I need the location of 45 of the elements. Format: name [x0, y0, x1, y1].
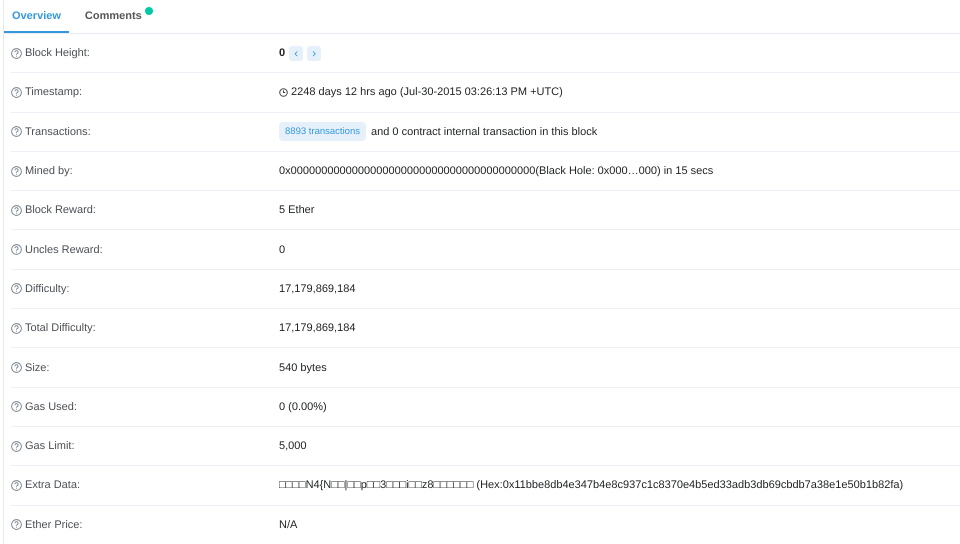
help-icon [11, 362, 22, 374]
field-value: □□□□N4{N□□|□□p□□3□□□i□□z8□□□□□□ (Hex:0x11bbe8db4e347b4e8c937c1c8370e4b5ed33adb3db69cbdb7a38e1e50b1b82fa) [279, 479, 904, 492]
field-label: Difficulty: [25, 282, 70, 295]
help-icon [11, 244, 22, 256]
help-icon [11, 48, 22, 59]
field-value: 17,179,869,184 [279, 322, 356, 334]
transactions-badge[interactable]: 8893 transactions [279, 122, 366, 142]
tab[interactable]: Comments [76, 0, 156, 33]
field-label: Size: [25, 362, 50, 374]
field-value: 5 Ether [279, 204, 314, 216]
help-icon [11, 166, 22, 177]
field-label: Timestamp: [25, 86, 82, 98]
field-value: 0 [279, 47, 286, 60]
field-label: Ether Price: [25, 518, 82, 531]
field-label: Transactions: [25, 126, 91, 138]
field-value: 540 bytes [279, 362, 327, 374]
help-icon [11, 86, 22, 98]
field-value: 5,000 [279, 440, 307, 452]
help-icon [11, 440, 22, 452]
field-label: Block Height: [25, 47, 90, 60]
help-icon [11, 283, 22, 294]
help-icon [11, 126, 22, 138]
field-value: 2248 days 12 hrs ago (Jul-30-2015 03:26:13 PM +UTC) [291, 86, 563, 98]
tab[interactable]: Overview [4, 0, 69, 33]
previous-button[interactable]: ‹ [289, 46, 304, 61]
help-icon [11, 480, 22, 491]
next-button[interactable]: › [307, 46, 322, 61]
field-value: 0 (0.00%) [279, 400, 327, 413]
field-label: Block Reward: [25, 204, 96, 216]
field-label: Uncles Reward: [25, 244, 103, 256]
field-value: and 0 contract internal transaction in this block [371, 126, 598, 138]
help-icon [11, 322, 22, 334]
field-label: Gas Limit: [25, 440, 75, 452]
field-value: N/A [279, 518, 298, 531]
field-value: 17,179,869,184 [279, 282, 356, 295]
field-value: 0 [279, 244, 286, 256]
clock-icon [279, 88, 288, 97]
help-icon [11, 519, 22, 530]
field-label: Mined by: [25, 165, 73, 178]
field-label: Total Difficulty: [25, 322, 96, 334]
help-icon [11, 204, 22, 216]
field-label: Extra Data: [25, 479, 80, 492]
field-label: Gas Used: [25, 400, 77, 413]
help-icon [11, 401, 22, 412]
field-value: 0x0000000000000000000000000000000000000000(Black Hole: 0x000…000) in 15 secs [279, 165, 714, 178]
